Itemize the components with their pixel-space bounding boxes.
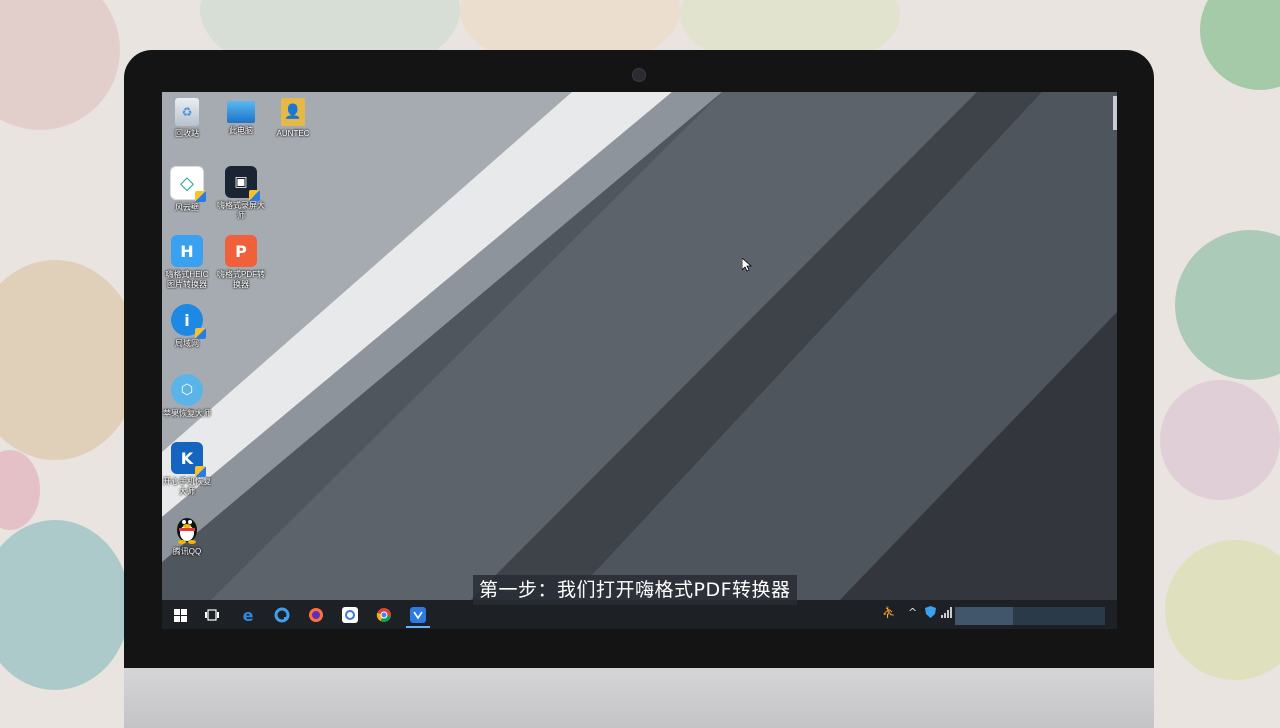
network-icon[interactable]	[941, 606, 953, 621]
windows-start-icon[interactable]	[170, 605, 190, 625]
bokeh-circle	[1200, 0, 1280, 90]
shield-icon	[195, 191, 206, 202]
bokeh-circle	[0, 0, 120, 130]
desktop-screen: ♻ 回收站 此电脑 👤 AUNTEC ◇ 风云壁 ▣ 嗨格式录屏大师 H 嗨格式…	[162, 92, 1117, 629]
desktop-icon-label: 嗨格式PDF转换器	[217, 270, 265, 289]
shield-icon	[249, 190, 260, 201]
desktop-icon-phone-recovery[interactable]: K 开心手机恢复大师	[162, 442, 212, 497]
desktop-icon-screen-recorder[interactable]: ▣ 嗨格式录屏大师	[216, 166, 266, 221]
desktop-icon-qq[interactable]: 腾讯QQ	[162, 512, 212, 557]
desktop-icon-label: 嗨格式HEIC图片转换器	[165, 270, 209, 289]
desktop-icon-label: 开心手机恢复大师	[163, 477, 211, 496]
desktop-icon-pdf-converter[interactable]: P 嗨格式PDF转换器	[216, 235, 266, 290]
screen-recorder-icon: ▣	[225, 166, 260, 201]
browser-q-icon[interactable]	[272, 605, 292, 625]
desktop-icon-heic-converter[interactable]: H 嗨格式HEIC图片转换器	[162, 235, 212, 290]
desktop-icon-label: 腾讯QQ	[172, 547, 202, 556]
webcam-icon	[632, 68, 646, 82]
shield-icon	[195, 466, 206, 477]
desktop-icon-label: 嗨格式录屏大师	[217, 201, 265, 220]
bokeh-circle	[0, 520, 130, 690]
clock-area[interactable]	[955, 607, 1105, 625]
desktop-icon-info[interactable]: i 局域网	[162, 304, 212, 349]
qq-penguin-icon	[171, 512, 203, 544]
desktop-icon-user-folder[interactable]: 👤 AUNTEC	[268, 98, 318, 139]
desktop-icon-this-pc[interactable]: 此电脑	[216, 98, 266, 136]
phone-recovery-icon: K	[171, 442, 206, 477]
desktop-icon-recycle-bin[interactable]: ♻ 回收站	[162, 98, 212, 139]
chrome-icon[interactable]	[374, 605, 394, 625]
pdf-converter-icon: P	[225, 235, 257, 267]
user-folder-icon: 👤	[281, 98, 305, 126]
scrollbar-thumb[interactable]	[1113, 96, 1117, 130]
desktop-icon-fengyun[interactable]: ◇ 风云壁	[162, 166, 212, 213]
desktop-icon-label: 回收站	[175, 129, 199, 138]
computer-icon	[227, 101, 255, 123]
mouse-cursor-icon	[742, 258, 752, 272]
bokeh-circle	[1160, 380, 1280, 500]
shield-icon	[195, 328, 206, 339]
desktop-icon-label: AUNTEC	[276, 129, 310, 138]
desktop-icon-label: 此电脑	[229, 126, 253, 135]
info-icon: i	[171, 304, 206, 339]
bokeh-circle	[0, 260, 140, 460]
apple-recovery-icon: ⬡	[171, 374, 203, 406]
bokeh-circle	[0, 450, 40, 530]
video-subtitle: 第一步：我们打开嗨格式PDF转换器	[473, 575, 797, 605]
chevron-up-icon[interactable]: ^	[908, 606, 917, 619]
task-view-icon[interactable]	[202, 605, 222, 625]
heic-converter-icon: H	[171, 235, 203, 267]
desktop-wallpaper	[162, 92, 1117, 629]
fengyun-icon: ◇	[170, 166, 206, 202]
edge-icon[interactable]: e	[238, 605, 258, 625]
desktop-icon-label: 局域网	[175, 339, 199, 348]
shield-tray-icon[interactable]	[925, 606, 936, 621]
desktop-icon-apple-recovery[interactable]: ⬡ 苹果恢复大师	[162, 374, 212, 419]
bokeh-circle	[1165, 540, 1280, 680]
desktop-icon-label: 风云壁	[175, 203, 199, 212]
monitor-chin	[124, 668, 1154, 728]
people-icon[interactable]: ⛹	[882, 606, 896, 619]
bokeh-circle	[1175, 230, 1280, 380]
desktop-icon-label: 苹果恢复大师	[163, 409, 211, 418]
recycle-bin-icon: ♻	[175, 98, 199, 126]
firefox-icon[interactable]	[306, 605, 326, 625]
pdf-converter-taskbar-icon[interactable]	[408, 605, 428, 625]
active-app-indicator	[406, 626, 430, 628]
app-cloud-icon[interactable]	[340, 605, 360, 625]
